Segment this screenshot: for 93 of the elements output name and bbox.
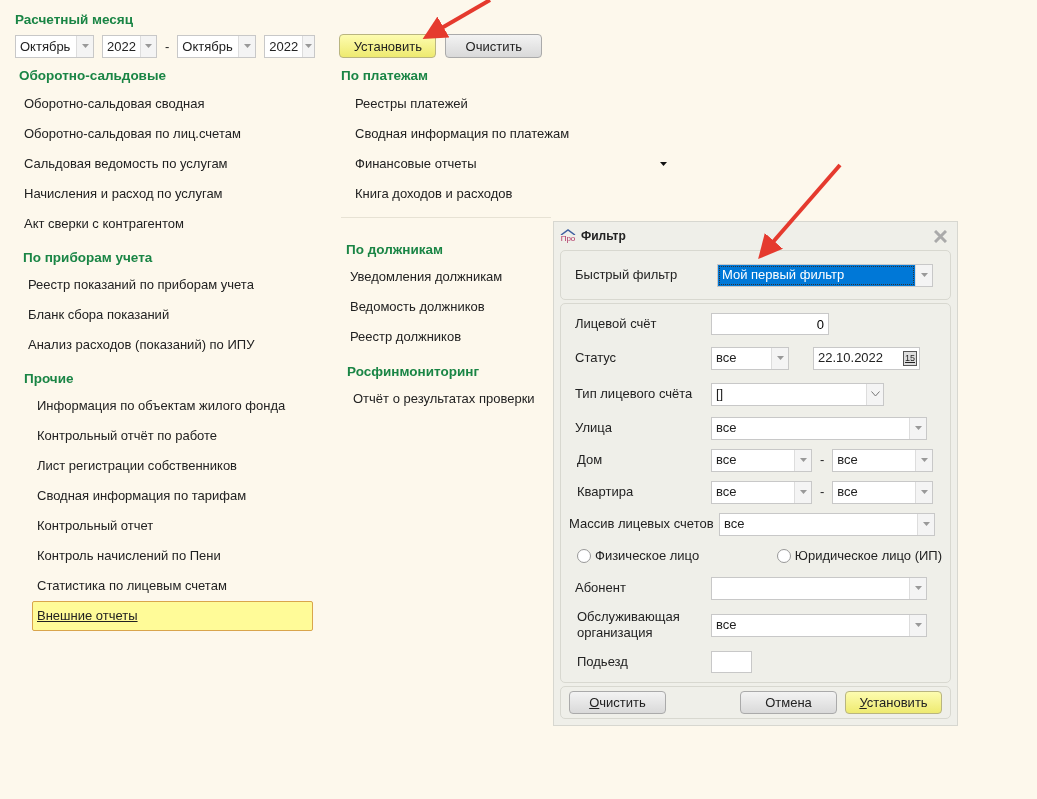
field-label: Лицевой счёт — [574, 315, 658, 334]
report-link[interactable]: Начисления и расход по услугам — [19, 178, 228, 209]
clear-button[interactable]: Очистить — [569, 691, 666, 714]
dropdown-field[interactable]: все — [711, 448, 812, 472]
section-title: По должникам — [346, 240, 444, 259]
dialog-title: Фильтр — [581, 228, 626, 245]
radio-button[interactable] — [776, 549, 791, 563]
section-title: По приборам учета — [23, 248, 153, 267]
dash: - — [165, 37, 170, 56]
caret-icon — [305, 44, 313, 49]
report-link[interactable]: Анализ расходов (показаний) по ИПУ — [23, 329, 260, 360]
radio-option[interactable]: Физическое лицо — [577, 546, 700, 566]
report-link[interactable]: Реестр показаний по приборам учета — [23, 269, 259, 300]
section-title: По платежам — [341, 67, 429, 86]
field-label: Тип лицевого счёта — [574, 385, 694, 404]
apply-button[interactable]: Установить — [339, 34, 437, 59]
text-input[interactable] — [711, 651, 752, 673]
caret-icon — [920, 458, 928, 462]
report-link[interactable]: Лист регистрации собственников — [32, 451, 243, 481]
caret-icon — [914, 623, 922, 627]
caret-icon — [914, 586, 922, 590]
caret-icon — [81, 44, 89, 49]
caret-icon — [914, 426, 922, 430]
report-link[interactable]: Реестр должников — [345, 321, 467, 352]
dropdown-field[interactable]: все — [711, 416, 927, 440]
dropdown-field[interactable]: все — [711, 480, 812, 504]
report-link[interactable]: Оборотно-сальдовая по лиц.счетам — [19, 118, 246, 149]
app-logo: Про — [560, 229, 576, 243]
caret-icon — [660, 162, 667, 167]
caret-icon — [799, 458, 807, 462]
date-field[interactable]: 22.10.2022 15 — [813, 346, 920, 370]
field-label: Быстрый фильтр — [574, 266, 679, 285]
caret-icon — [922, 522, 930, 526]
report-link[interactable]: Внешние отчеты — [32, 601, 313, 631]
report-link[interactable]: Статистика по лицевым счетам — [32, 571, 232, 601]
report-link[interactable]: Сводная информация по платежам — [350, 118, 575, 149]
report-link[interactable]: Информация по объектам жилого фонда — [32, 391, 291, 421]
report-link[interactable]: Акт сверки с контрагентом — [19, 208, 189, 239]
report-link[interactable]: Бланк сбора показаний — [23, 299, 175, 330]
caret-icon — [144, 44, 152, 49]
report-link[interactable]: Книга доходов и расходов — [350, 178, 518, 209]
caret-icon — [920, 273, 928, 277]
dropdown-field[interactable]: Октябрь — [177, 34, 257, 58]
dropdown-field[interactable]: [] — [711, 382, 884, 406]
report-link[interactable]: Реестры платежей — [350, 88, 473, 119]
caret-icon — [776, 356, 784, 360]
cancel-button[interactable]: Отмена — [740, 691, 837, 714]
report-link[interactable]: Контрольный отчет — [32, 511, 159, 541]
close-icon[interactable] — [934, 229, 947, 243]
dropdown-field[interactable]: все — [711, 613, 927, 637]
field-label: Дом — [576, 451, 604, 470]
section-title: Росфинмониторинг — [347, 362, 480, 381]
radio-option[interactable]: Юридическое лицо (ИП) — [776, 546, 942, 566]
clear-button[interactable]: Очистить — [445, 34, 543, 59]
report-link[interactable]: Уведомления должникам — [345, 261, 508, 292]
report-link[interactable]: Отчёт о результатах проверки — [348, 384, 540, 414]
chevron-down-icon — [870, 391, 880, 397]
dropdown-field[interactable]: 2022 — [264, 34, 316, 58]
dropdown-menu-link[interactable]: Финансовые отчеты — [350, 148, 672, 179]
dash: - — [820, 483, 825, 502]
apply-button[interactable]: Установить — [845, 691, 942, 714]
report-link[interactable]: Сальдовая ведомость по услугам — [19, 148, 233, 179]
field-label: Подьезд — [576, 653, 629, 672]
field-label: Абонент — [574, 579, 627, 598]
section-title: Оборотно-сальдовые — [19, 67, 166, 86]
caret-icon — [920, 490, 928, 494]
radio-button[interactable] — [577, 549, 591, 563]
field-label: Квартира — [576, 483, 635, 502]
report-link[interactable]: Контрольный отчёт по работе — [32, 421, 223, 451]
report-link[interactable]: Оборотно-сальдовая сводная — [19, 88, 210, 119]
field-label: Улица — [574, 419, 613, 438]
dropdown-field[interactable]: Мой первый фильтр — [717, 263, 933, 287]
dropdown-field[interactable]: Октябрь — [15, 34, 94, 58]
dropdown-field[interactable] — [711, 576, 927, 600]
report-link[interactable]: Контроль начислений по Пени — [32, 541, 226, 571]
annotation-arrow — [422, 0, 491, 39]
dropdown-field[interactable]: все — [832, 448, 934, 472]
dash: - — [820, 451, 825, 470]
dropdown-field[interactable]: все — [711, 346, 789, 370]
calendar-icon[interactable]: 15 — [903, 350, 917, 366]
field-label: Обслуживающая организация — [576, 609, 681, 641]
section-title: Расчетный месяц — [15, 11, 133, 29]
field-label: Массив лицевых счетов — [569, 515, 715, 534]
caret-icon — [243, 44, 251, 49]
caret-icon — [799, 490, 807, 494]
section-title: Прочие — [24, 369, 74, 388]
report-link[interactable]: Ведомость должников — [345, 291, 490, 322]
dropdown-field[interactable]: все — [832, 480, 934, 504]
dropdown-field[interactable]: 2022 — [102, 34, 157, 58]
field-label: Статус — [574, 349, 618, 368]
report-link[interactable]: Сводная информация по тарифам — [32, 481, 252, 511]
text-input[interactable]: 0 — [711, 313, 829, 335]
dropdown-field[interactable]: все — [719, 512, 935, 536]
